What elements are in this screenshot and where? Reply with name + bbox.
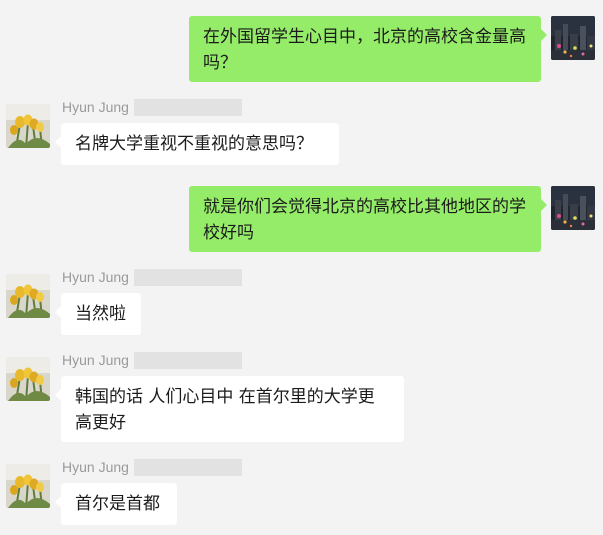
message-bubble-incoming[interactable]: 首尔是首都 bbox=[55, 483, 177, 525]
message-bubble-incoming[interactable]: 当然啦 bbox=[55, 293, 141, 335]
sender-name: Hyun Jung bbox=[62, 352, 129, 368]
contact-avatar[interactable] bbox=[6, 464, 50, 508]
redacted-name-mask bbox=[134, 99, 242, 116]
sender-name: Hyun Jung bbox=[62, 269, 129, 285]
yellow-tulips-avatar-icon bbox=[6, 104, 50, 148]
yellow-tulips-avatar-icon bbox=[6, 274, 50, 318]
redacted-name-mask bbox=[134, 352, 242, 369]
contact-avatar[interactable] bbox=[6, 357, 50, 401]
redacted-name-mask bbox=[134, 269, 242, 286]
sender-name: Hyun Jung bbox=[62, 459, 129, 475]
contact-avatar[interactable] bbox=[6, 274, 50, 318]
message-bubble-outgoing[interactable]: 在外国留学生心目中，北京的高校含金量高吗？ bbox=[189, 16, 547, 82]
message-bubble-incoming[interactable]: 韩国的话 人们心目中 在首尔里的大学更高更好 bbox=[55, 376, 404, 442]
message-bubble-incoming[interactable]: 名牌大学重视不重视的意思吗？ bbox=[55, 123, 339, 165]
yellow-tulips-avatar-icon bbox=[6, 464, 50, 508]
city-night-avatar-icon bbox=[551, 186, 595, 230]
sender-name: Hyun Jung bbox=[62, 99, 129, 115]
city-night-avatar-icon bbox=[551, 16, 595, 60]
yellow-tulips-avatar-icon bbox=[6, 357, 50, 401]
redacted-name-mask bbox=[134, 459, 242, 476]
my-avatar[interactable] bbox=[551, 16, 595, 60]
contact-avatar[interactable] bbox=[6, 104, 50, 148]
my-avatar[interactable] bbox=[551, 186, 595, 230]
message-bubble-outgoing[interactable]: 就是你们会觉得北京的高校比其他地区的学校好吗 bbox=[189, 186, 547, 252]
